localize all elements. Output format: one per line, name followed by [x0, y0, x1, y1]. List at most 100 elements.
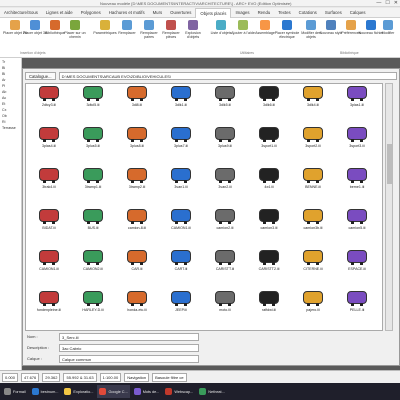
left-panel-item[interactable]: Bi: [0, 66, 21, 70]
vehicle-object[interactable]: berne1.iii: [335, 168, 379, 207]
navigation-select[interactable]: Navigation: [124, 372, 150, 382]
place-3d-icon: [30, 20, 40, 30]
vehicle-object[interactable]: JEEP.iii: [159, 291, 203, 330]
left-panel-item[interactable]: Ar: [0, 78, 21, 82]
vehicle-object[interactable]: 3dlk4.iii: [291, 86, 335, 125]
vehicle-object[interactable]: camion3.iii: [247, 209, 291, 248]
vehicle-object[interactable]: 3van1.iii: [159, 168, 203, 207]
layer-field[interactable]: Calque commun: [59, 355, 199, 363]
taskbar-item[interactable]: Formail: [2, 385, 28, 398]
explode-button[interactable]: Explosion d'objets: [180, 20, 206, 39]
left-panel-item[interactable]: Bi: [0, 72, 21, 76]
vehicle-object[interactable]: 3dlk1.iii: [159, 86, 203, 125]
left-panel-item[interactable]: Pl: [0, 84, 21, 88]
tab-murs[interactable]: Murs: [149, 8, 167, 18]
taskbar-item[interactable]: Netheat...: [197, 385, 226, 398]
vehicle-object[interactable]: CAMION1.iii: [27, 250, 71, 289]
vehicle-object[interactable]: 3plus5.iii: [71, 127, 115, 166]
vehicle-object[interactable]: 3dtcl5.iii: [71, 86, 115, 125]
scroll-thumb[interactable]: [387, 144, 392, 184]
vehicle-object[interactable]: 3dlk5.iii: [203, 86, 247, 125]
vehicle-object[interactable]: PELLE.iii: [335, 291, 379, 330]
left-panel-item[interactable]: Ac: [0, 96, 21, 100]
vehicle-object[interactable]: 3plas1.iii: [335, 86, 379, 125]
left-panel-item[interactable]: Cx: [0, 108, 21, 112]
vehicle-object[interactable]: CAMION2.iii: [71, 250, 115, 289]
tab-calques[interactable]: Calques: [346, 8, 370, 18]
vehicle-object[interactable]: 3van2.iii: [203, 168, 247, 207]
left-panel-item[interactable]: Et: [0, 102, 21, 106]
tab-images[interactable]: Images: [231, 8, 253, 18]
vehicle-object[interactable]: pajero.iii: [291, 291, 335, 330]
vehicle-object[interactable]: 3tramp1.iii: [71, 168, 115, 207]
vehicle-object[interactable]: 3plas4.iii: [27, 127, 71, 166]
left-panel-item[interactable]: Terrasse: [0, 126, 21, 130]
modify-library-button[interactable]: Modifier: [376, 20, 400, 35]
place-on-path-button[interactable]: Placer sur un chemin: [62, 20, 88, 39]
taskbar-item[interactable]: Google C...: [97, 385, 130, 398]
electric-symbol-button[interactable]: Placer symbole électrique: [274, 20, 300, 39]
description-field[interactable]: 3ac Cabrio: [59, 344, 199, 352]
tab-polygones[interactable]: Polygones: [77, 8, 105, 18]
tab-textes[interactable]: Textes: [274, 8, 294, 18]
vehicle-object[interactable]: BUS.iii: [71, 209, 115, 248]
close-icon[interactable]: ✕: [394, 0, 398, 6]
tab-hachures[interactable]: Hachures et motifs: [105, 8, 149, 18]
vehicle-object[interactable]: raftdwi.iii: [247, 291, 291, 330]
left-panel-item[interactable]: Ab: [0, 90, 21, 94]
vehicle-object[interactable]: 3tramp2.iii: [115, 168, 159, 207]
vehicle-object[interactable]: 3trak4.iii: [27, 168, 71, 207]
taskbar-item[interactable]: bestnum...: [30, 385, 61, 398]
vehicle-object[interactable]: 3plus7.iii: [159, 127, 203, 166]
vehicle-object[interactable]: CAMION1.iii: [159, 209, 203, 248]
vehicle-object[interactable]: CAR.iii: [115, 250, 159, 289]
vehicle-object[interactable]: fondenpleine.iii: [27, 291, 71, 330]
vehicle-object[interactable]: 3dlk6.iii: [247, 86, 291, 125]
vehicle-object[interactable]: camion5.iii: [335, 209, 379, 248]
tab-objets-places[interactable]: Objets placés: [195, 7, 232, 18]
name-field[interactable]: 3_Serc.iii: [59, 333, 199, 341]
vehicle-object[interactable]: ESPACE.iii: [335, 250, 379, 289]
taskbar-item[interactable]: Webscap...: [163, 385, 195, 398]
object-grid[interactable]: 2dtcy3.iii 3dtcl5.iii 3dl8.iii 3dlk1.iii 3dl…: [25, 83, 383, 331]
vehicle-object[interactable]: 3sport2.iii: [291, 127, 335, 166]
vehicle-object[interactable]: BENNE.iii: [291, 168, 335, 207]
vehicle-object[interactable]: 3dl8.iii: [115, 86, 159, 125]
minimize-icon[interactable]: —: [376, 0, 381, 6]
grid-scrollbar[interactable]: [385, 83, 393, 331]
vehicle-object[interactable]: 3plus9.iii: [203, 127, 247, 166]
left-panel-item[interactable]: Ri: [0, 120, 21, 124]
tab-ouvertures[interactable]: Ouvertures: [166, 8, 195, 18]
catalog-button[interactable]: Catalogue...: [25, 72, 56, 80]
tab-rendu[interactable]: Rendu: [254, 8, 275, 18]
left-panel-item[interactable]: Tr: [0, 60, 21, 64]
tab-lignes[interactable]: Lignes et aide: [42, 8, 77, 18]
vehicle-object[interactable]: BIDAT.iii: [27, 209, 71, 248]
vehicle-object[interactable]: moto.iii: [203, 291, 247, 330]
taskbar-item[interactable]: Exploratio...: [62, 385, 95, 398]
vehicle-object[interactable]: CITERNE.iii: [291, 250, 335, 289]
vehicle-object[interactable]: HARLEY-D.iii: [71, 291, 115, 330]
vehicle-object[interactable]: camion3b.iii: [291, 209, 335, 248]
vehicle-object[interactable]: 3sport1.iii: [247, 127, 291, 166]
vehicle-icon: [39, 209, 59, 224]
maximize-icon[interactable]: ☐: [385, 0, 389, 6]
vehicle-object[interactable]: camion2.iii: [203, 209, 247, 248]
taskbar-item[interactable]: Mots de...: [132, 385, 162, 398]
vehicle-object[interactable]: CARISTT.iii: [203, 250, 247, 289]
vehicle-object[interactable]: camion-8.iii: [115, 209, 159, 248]
vehicle-object[interactable]: CART.iii: [159, 250, 203, 289]
tab-cotations[interactable]: Cotations: [295, 8, 321, 18]
vehicle-object[interactable]: 3sport3.iii: [335, 127, 379, 166]
vehicle-object[interactable]: 3plus8.iii: [115, 127, 159, 166]
vehicle-object[interactable]: CARISTT2.iii: [247, 250, 291, 289]
vehicle-object[interactable]: 4x4.iii: [247, 168, 291, 207]
scale-select[interactable]: 1:100.00: [99, 372, 122, 382]
vehicle-object[interactable]: 2dtcy3.iii: [27, 86, 71, 125]
filter-toggle[interactable]: Basoule filtre ce: [152, 372, 187, 382]
vehicle-object[interactable]: honda-etc.iii: [115, 291, 159, 330]
tab-surfaces[interactable]: Surfaces: [321, 8, 346, 18]
left-panel-item[interactable]: Ob: [0, 114, 21, 118]
path-field[interactable]: D:\MES DOCUMENTS\ARCAUB EVO\2D\BLIO\VEHI…: [58, 72, 397, 80]
tab-architecture[interactable]: Architecture/Sous: [0, 8, 42, 18]
